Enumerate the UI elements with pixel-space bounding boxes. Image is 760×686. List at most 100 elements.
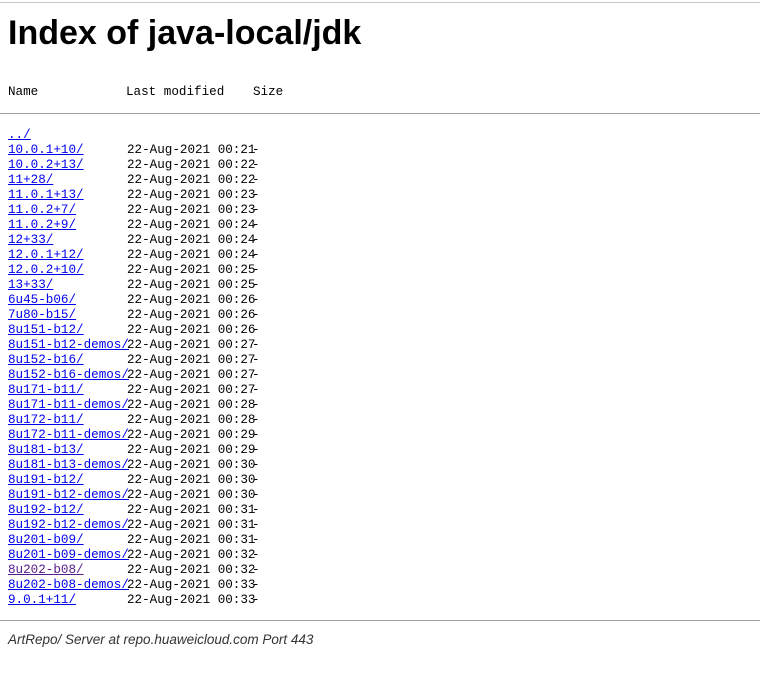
directory-link[interactable]: 8u172-b11-demos/ <box>8 428 129 443</box>
directory-link[interactable]: 8u152-b16-demos/ <box>8 368 129 383</box>
last-modified-date: 22-Aug-2021 00:33 <box>127 593 256 607</box>
directory-link[interactable]: 9.0.1+11/ <box>8 593 76 608</box>
last-modified-date: 22-Aug-2021 00:22 <box>127 158 256 172</box>
last-modified-date: 22-Aug-2021 00:31 <box>127 518 256 532</box>
file-size: - <box>252 248 260 262</box>
file-size: - <box>252 593 260 607</box>
file-size: - <box>252 203 260 217</box>
directory-row: 12+33/22-Aug-2021 00:24- <box>0 233 760 248</box>
last-modified-date: 22-Aug-2021 00:32 <box>127 563 256 577</box>
last-modified-date: 22-Aug-2021 00:23 <box>127 188 256 202</box>
directory-link[interactable]: 11.0.2+7/ <box>8 203 76 218</box>
directory-link[interactable]: 11.0.1+13/ <box>8 188 84 203</box>
directory-link[interactable]: 8u172-b11/ <box>8 413 84 428</box>
last-modified-date: 22-Aug-2021 00:33 <box>127 578 256 592</box>
last-modified-date: 22-Aug-2021 00:29 <box>127 428 256 442</box>
file-size: - <box>252 158 260 172</box>
directory-row: 8u151-b12/22-Aug-2021 00:26- <box>0 323 760 338</box>
header-divider <box>0 113 760 114</box>
file-size: - <box>252 578 260 592</box>
directory-link[interactable]: 8u192-b12/ <box>8 503 84 518</box>
column-header-row: Name Last modified Size <box>0 85 760 100</box>
column-header-last-modified: Last modified <box>126 85 225 99</box>
directory-link[interactable]: 8u151-b12/ <box>8 323 84 338</box>
directory-link[interactable]: 8u171-b11/ <box>8 383 84 398</box>
directory-link[interactable]: 8u202-b08-demos/ <box>8 578 129 593</box>
directory-link[interactable]: 12.0.1+12/ <box>8 248 84 263</box>
last-modified-date: 22-Aug-2021 00:24 <box>127 218 256 232</box>
directory-link[interactable]: 12.0.2+10/ <box>8 263 84 278</box>
page-title: Index of java-local/jdk <box>8 14 362 52</box>
last-modified-date: 22-Aug-2021 00:25 <box>127 278 256 292</box>
directory-row: 8u152-b16/22-Aug-2021 00:27- <box>0 353 760 368</box>
directory-link[interactable]: 8u192-b12-demos/ <box>8 518 129 533</box>
directory-link[interactable]: 8u171-b11-demos/ <box>8 398 129 413</box>
directory-link[interactable]: 10.0.1+10/ <box>8 143 84 158</box>
last-modified-date: 22-Aug-2021 00:31 <box>127 533 256 547</box>
directory-link[interactable]: 7u80-b15/ <box>8 308 76 323</box>
directory-row: 10.0.1+10/22-Aug-2021 00:21- <box>0 143 760 158</box>
file-size: - <box>252 173 260 187</box>
directory-row: 8u202-b08/22-Aug-2021 00:32- <box>0 563 760 578</box>
last-modified-date: 22-Aug-2021 00:27 <box>127 353 256 367</box>
directory-link[interactable]: 8u151-b12-demos/ <box>8 338 129 353</box>
column-header-name: Name <box>8 85 39 99</box>
directory-link[interactable]: 8u181-b13-demos/ <box>8 458 129 473</box>
last-modified-date: 22-Aug-2021 00:28 <box>127 413 256 427</box>
directory-link[interactable]: 8u191-b12/ <box>8 473 84 488</box>
directory-row: 8u202-b08-demos/22-Aug-2021 00:33- <box>0 578 760 593</box>
last-modified-date: 22-Aug-2021 00:24 <box>127 248 256 262</box>
directory-link[interactable]: 11+28/ <box>8 173 53 188</box>
last-modified-date: 22-Aug-2021 00:26 <box>127 308 256 322</box>
directory-row: 10.0.2+13/22-Aug-2021 00:22- <box>0 158 760 173</box>
directory-link[interactable]: 8u152-b16/ <box>8 353 84 368</box>
directory-link[interactable]: 8u201-b09/ <box>8 533 84 548</box>
last-modified-date: 22-Aug-2021 00:31 <box>127 503 256 517</box>
server-signature: ArtRepo/ Server at repo.huaweicloud.com … <box>8 632 314 647</box>
footer-divider <box>0 620 760 621</box>
directory-row: 8u191-b12-demos/22-Aug-2021 00:30- <box>0 488 760 503</box>
directory-row: 6u45-b06/22-Aug-2021 00:26- <box>0 293 760 308</box>
directory-row: 11+28/22-Aug-2021 00:22- <box>0 173 760 188</box>
directory-link[interactable]: 11.0.2+9/ <box>8 218 76 233</box>
directory-link[interactable]: 8u202-b08/ <box>8 563 84 578</box>
file-size: - <box>252 293 260 307</box>
directory-row: 9.0.1+11/22-Aug-2021 00:33- <box>0 593 760 608</box>
file-size: - <box>252 308 260 322</box>
file-size: - <box>252 218 260 232</box>
last-modified-date: 22-Aug-2021 00:23 <box>127 203 256 217</box>
file-size: - <box>252 458 260 472</box>
directory-link[interactable]: 8u191-b12-demos/ <box>8 488 129 503</box>
directory-link[interactable]: 6u45-b06/ <box>8 293 76 308</box>
file-size: - <box>252 473 260 487</box>
directory-row: 8u171-b11/22-Aug-2021 00:27- <box>0 383 760 398</box>
directory-row: 11.0.2+7/22-Aug-2021 00:23- <box>0 203 760 218</box>
file-size: - <box>252 563 260 577</box>
directory-row: 8u171-b11-demos/22-Aug-2021 00:28- <box>0 398 760 413</box>
last-modified-date: 22-Aug-2021 00:26 <box>127 323 256 337</box>
directory-link[interactable]: 10.0.2+13/ <box>8 158 84 173</box>
directory-link[interactable]: 8u201-b09-demos/ <box>8 548 129 563</box>
directory-link[interactable]: 13+33/ <box>8 278 53 293</box>
file-size: - <box>252 278 260 292</box>
last-modified-date: 22-Aug-2021 00:21 <box>127 143 256 157</box>
file-size: - <box>252 548 260 562</box>
directory-row: 11.0.2+9/22-Aug-2021 00:24- <box>0 218 760 233</box>
file-size: - <box>252 263 260 277</box>
last-modified-date: 22-Aug-2021 00:28 <box>127 398 256 412</box>
directory-row: 8u201-b09/22-Aug-2021 00:31- <box>0 533 760 548</box>
directory-link[interactable]: 12+33/ <box>8 233 53 248</box>
file-size: - <box>252 368 260 382</box>
directory-link[interactable]: 8u181-b13/ <box>8 443 84 458</box>
file-size: - <box>252 533 260 547</box>
column-header-size: Size <box>253 85 284 99</box>
directory-row: 8u172-b11/22-Aug-2021 00:28- <box>0 413 760 428</box>
directory-row: 12.0.2+10/22-Aug-2021 00:25- <box>0 263 760 278</box>
directory-row: 8u152-b16-demos/22-Aug-2021 00:27- <box>0 368 760 383</box>
file-size: - <box>252 383 260 397</box>
directory-row: 8u191-b12/22-Aug-2021 00:30- <box>0 473 760 488</box>
last-modified-date: 22-Aug-2021 00:26 <box>127 293 256 307</box>
parent-directory-link[interactable]: ../ <box>8 128 31 143</box>
last-modified-date: 22-Aug-2021 00:30 <box>127 473 256 487</box>
file-size: - <box>252 233 260 247</box>
